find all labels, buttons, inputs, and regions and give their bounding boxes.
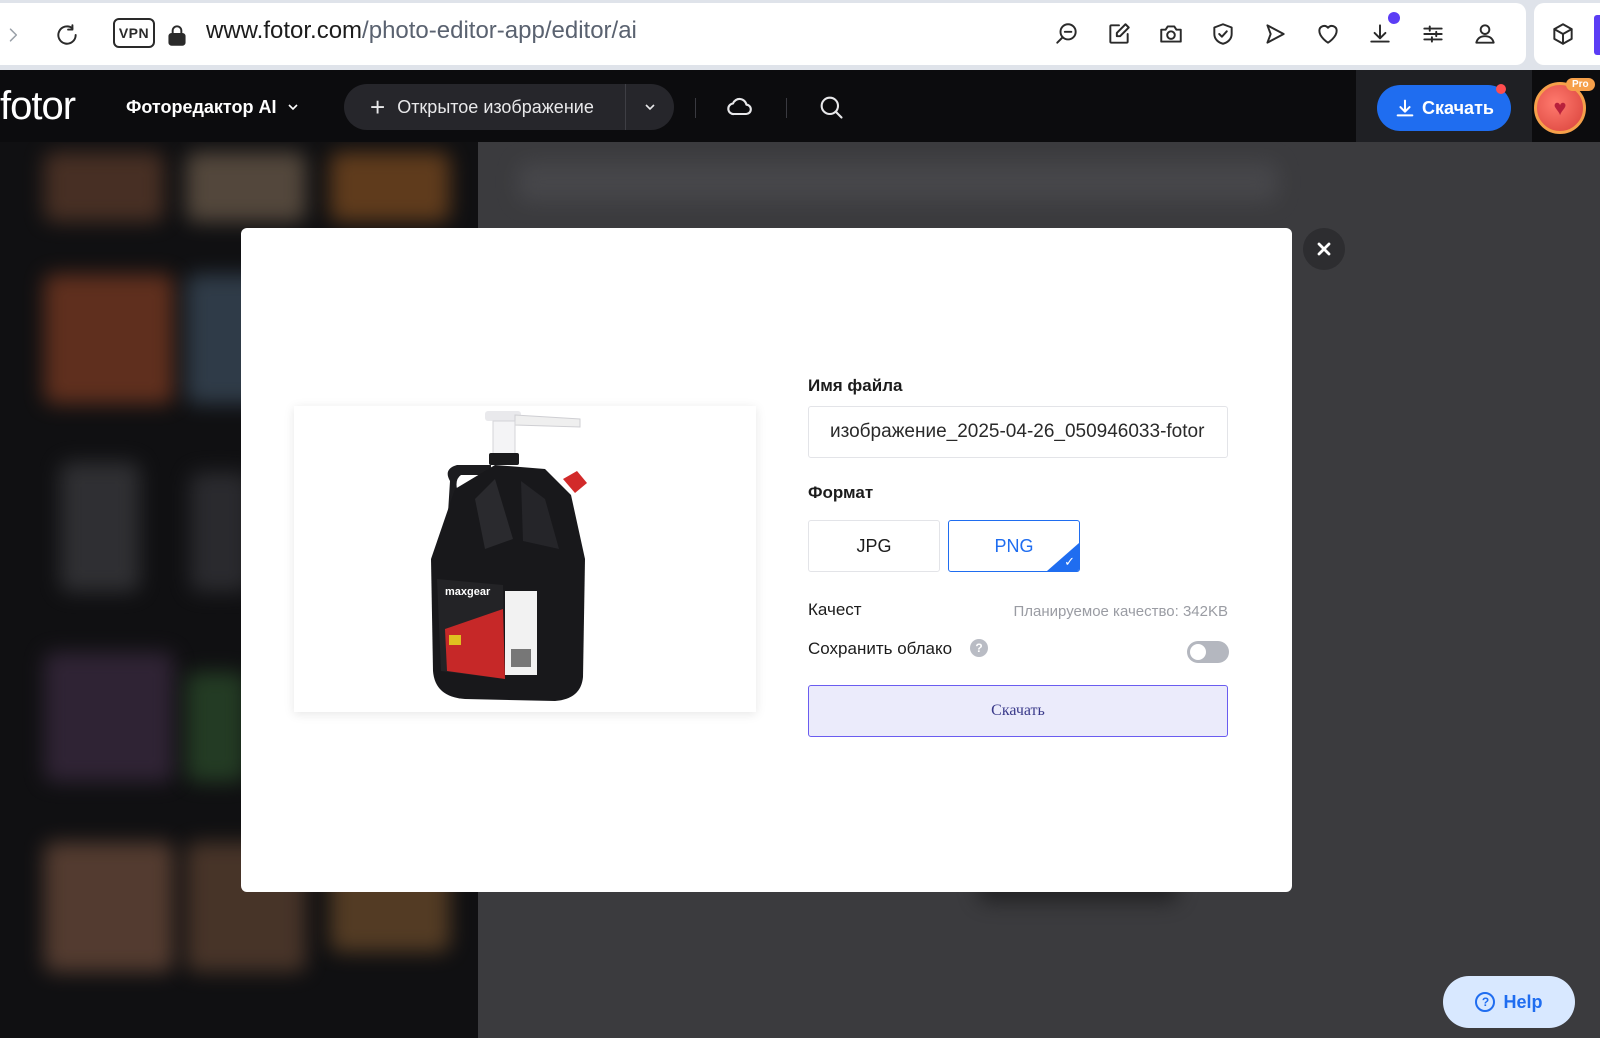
url-text[interactable]: www.fotor.com/photo-editor-app/editor/ai [206, 17, 637, 45]
search-icon[interactable] [815, 92, 847, 122]
sidebar-accent [1594, 15, 1600, 55]
close-dialog-button[interactable] [1303, 228, 1345, 270]
canvas-toolbar [518, 162, 1278, 202]
product-image: maxgear [431, 411, 587, 701]
save-cloud-toggle[interactable] [1187, 641, 1229, 663]
template-thumbnail [44, 842, 174, 972]
modal-download-label: Скачать [991, 702, 1045, 719]
open-image-label: Открытое изображение [397, 96, 594, 117]
editor-menu-dropdown[interactable]: Фоторедактор AI [126, 94, 301, 120]
header-divider [695, 98, 696, 118]
quality-estimate: Планируемое качество: 342KB [1013, 603, 1229, 620]
template-thumbnail [44, 152, 164, 222]
download-icon [1396, 99, 1414, 117]
help-icon[interactable]: ? [970, 639, 988, 657]
close-icon [1317, 242, 1331, 256]
url-host: www.fotor.com [206, 17, 363, 44]
edit-icon[interactable] [1104, 19, 1134, 49]
quality-label: Качест [808, 600, 862, 619]
chevron-down-icon [645, 104, 655, 111]
fotor-logo[interactable]: fotor [0, 84, 76, 129]
open-image-options-button[interactable] [626, 99, 674, 115]
format-png-button[interactable]: PNG ✓ [948, 520, 1080, 572]
zoom-search-icon[interactable] [1052, 19, 1082, 49]
toggle-knob [1190, 644, 1206, 660]
format-jpg-label: JPG [856, 535, 892, 556]
browser-toolbar: VPN www.fotor.com/photo-editor-app/edito… [0, 0, 1600, 70]
open-image-control: + Открытое изображение [344, 84, 674, 130]
template-thumbnail [186, 152, 306, 222]
chevron-down-icon [287, 104, 298, 111]
filename-input[interactable]: изображение_2025-04-26_050946033-fotor [808, 406, 1228, 458]
header-divider [786, 98, 787, 118]
header-download-button[interactable]: Скачать [1377, 85, 1511, 131]
heart-icon: ♥ [1553, 95, 1567, 120]
save-cloud-label: Сохранить облако [808, 639, 953, 658]
image-preview: maxgear [294, 406, 756, 712]
settings-sliders-icon[interactable] [1418, 19, 1448, 49]
reload-icon[interactable] [52, 20, 82, 50]
format-png-label: PNG [994, 535, 1034, 556]
svg-text:maxgear: maxgear [445, 586, 491, 598]
plus-icon: + [370, 92, 386, 122]
filename-label: Имя файла [808, 376, 903, 395]
filename-value: изображение_2025-04-26_050946033-fotor [830, 421, 1205, 442]
camera-icon[interactable] [1156, 19, 1186, 49]
pro-badge: Pro [1566, 78, 1595, 91]
notification-dot [1496, 84, 1506, 94]
template-thumbnail [186, 672, 246, 782]
vpn-badge[interactable]: VPN [113, 18, 155, 48]
cube-icon[interactable] [1548, 19, 1578, 49]
open-image-button[interactable]: + Открытое изображение [344, 84, 626, 130]
modal-download-button[interactable]: Скачать [808, 685, 1228, 737]
format-jpg-button[interactable]: JPG [808, 520, 940, 572]
download-dialog: maxgear Имя файла изображение_2025-04-26… [241, 228, 1292, 892]
url-path: /photo-editor-app/editor/ai [362, 17, 637, 44]
download-indicator-dot [1388, 12, 1400, 24]
profile-icon[interactable] [1470, 19, 1500, 49]
help-label: Help [1503, 991, 1543, 1012]
help-icon: ? [1475, 992, 1496, 1012]
template-thumbnail [60, 462, 140, 592]
header-download-label: Скачать [1422, 97, 1494, 118]
chevron-right-icon[interactable] [2, 22, 24, 48]
help-button[interactable]: ? Help [1443, 976, 1575, 1028]
lock-icon [164, 20, 190, 50]
format-label: Формат [808, 483, 874, 502]
template-thumbnail [44, 274, 174, 404]
template-thumbnail [330, 152, 450, 222]
editor-menu-label: Фоторедактор AI [126, 96, 277, 117]
app-header: fotor Фоторедактор AI + Открытое изображ… [0, 70, 1600, 144]
cloud-icon[interactable] [724, 92, 756, 122]
shield-icon[interactable] [1208, 19, 1238, 49]
heart-icon[interactable] [1313, 19, 1343, 49]
download-icon[interactable] [1365, 19, 1395, 49]
send-icon[interactable] [1260, 19, 1290, 49]
template-thumbnail [44, 652, 174, 782]
check-icon: ✓ [1064, 554, 1075, 569]
